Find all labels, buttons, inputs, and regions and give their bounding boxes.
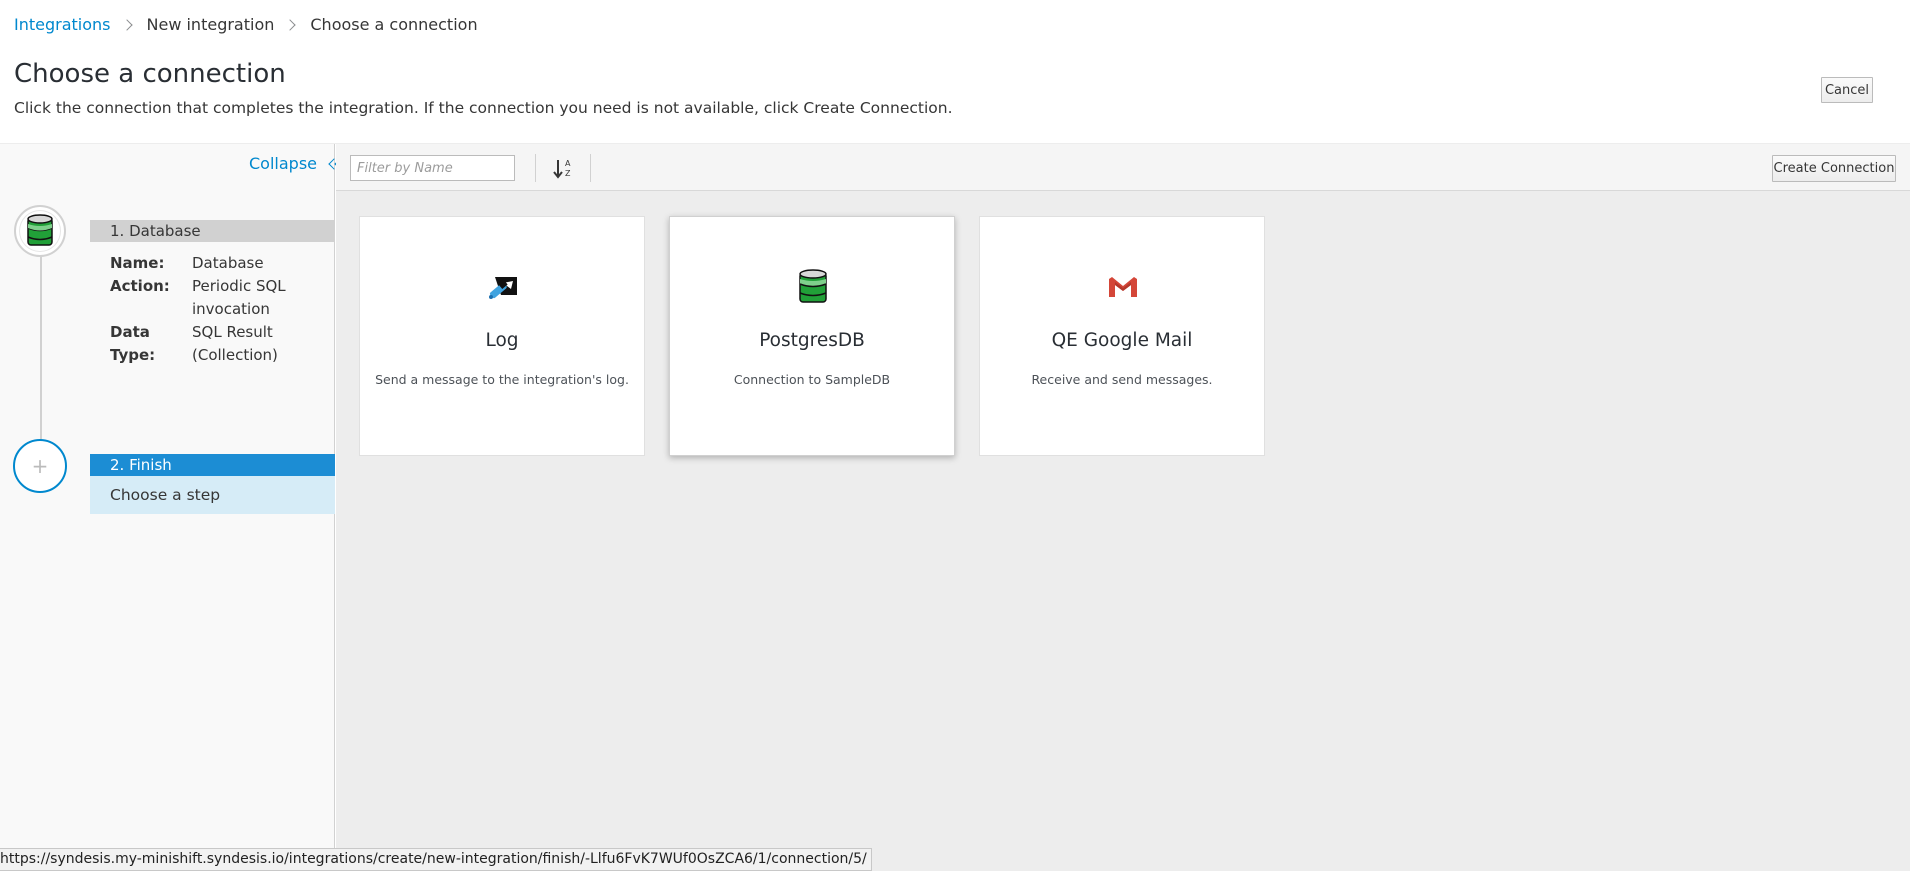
connection-card-qe-google-mail[interactable]: QE Google Mail Receive and send messages… <box>979 216 1265 456</box>
step-2-subtitle: Choose a step <box>90 476 335 514</box>
integration-flow-panel: Collapse 1. Database Name: Database Acti… <box>0 144 346 871</box>
breadcrumb-new-integration: New integration <box>146 15 275 34</box>
plus-icon: + <box>31 454 49 478</box>
connection-name: Log <box>485 330 519 351</box>
step-2-header[interactable]: 2. Finish <box>90 454 335 476</box>
connections-toolbar: A Z Create Connection <box>336 144 1910 191</box>
page-title: Choose a connection <box>14 59 286 89</box>
svg-text:Z: Z <box>565 169 571 178</box>
page-description: Click the connection that completes the … <box>14 99 953 117</box>
breadcrumb: Integrations New integration Choose a co… <box>14 15 478 34</box>
connection-name: PostgresDB <box>759 330 865 351</box>
database-icon <box>27 214 53 246</box>
collapse-link[interactable]: Collapse <box>249 154 346 173</box>
connection-description: Connection to SampleDB <box>733 372 891 387</box>
breadcrumb-integrations-link[interactable]: Integrations <box>14 15 111 34</box>
breadcrumb-current: Choose a connection <box>310 15 478 34</box>
detail-key: Name: <box>110 254 165 272</box>
connection-card-log[interactable]: Log Send a message to the integration's … <box>359 216 645 456</box>
filter-by-name-input[interactable] <box>350 155 515 181</box>
step-1-details: Name: Database Action: Periodic SQL invo… <box>110 252 292 367</box>
sort-alpha-asc-icon: A Z <box>553 159 571 179</box>
collapse-label: Collapse <box>249 154 317 173</box>
toolbar-divider <box>535 154 536 182</box>
connection-name: QE Google Mail <box>1051 330 1193 351</box>
cancel-button[interactable]: Cancel <box>1821 77 1873 103</box>
detail-key: Action: <box>110 277 170 295</box>
chevron-right-icon <box>120 18 133 31</box>
gmail-icon <box>1109 277 1137 297</box>
chevron-right-icon <box>284 18 297 31</box>
detail-row: Name: Database <box>110 252 292 275</box>
detail-row: Data Type: SQL Result (Collection) <box>110 321 292 367</box>
toolbar-divider <box>590 154 591 182</box>
connection-description: Send a message to the integration's log. <box>375 372 629 387</box>
step-2-circle[interactable]: + <box>13 439 67 493</box>
step-1-header[interactable]: 1. Database <box>90 220 335 242</box>
connections-grid: Log Send a message to the integration's … <box>336 191 1910 871</box>
step-1-circle[interactable] <box>14 205 66 257</box>
database-icon <box>799 269 827 303</box>
connection-description: Receive and send messages. <box>1031 372 1213 387</box>
connection-card-postgresdb[interactable]: PostgresDB Connection to SampleDB <box>669 216 955 456</box>
log-icon <box>489 277 517 299</box>
sort-button[interactable]: A Z <box>550 154 578 182</box>
detail-value: Periodic SQL invocation <box>192 277 286 318</box>
browser-status-url: https://syndesis.my-minishift.syndesis.i… <box>0 848 872 871</box>
detail-value: Database <box>192 254 264 272</box>
detail-key: Data Type: <box>110 323 156 364</box>
svg-text:A: A <box>565 159 571 168</box>
detail-value: SQL Result (Collection) <box>192 323 278 364</box>
flow-connector-line <box>40 247 42 465</box>
detail-row: Action: Periodic SQL invocation <box>110 275 292 321</box>
create-connection-button[interactable]: Create Connection <box>1772 155 1896 182</box>
